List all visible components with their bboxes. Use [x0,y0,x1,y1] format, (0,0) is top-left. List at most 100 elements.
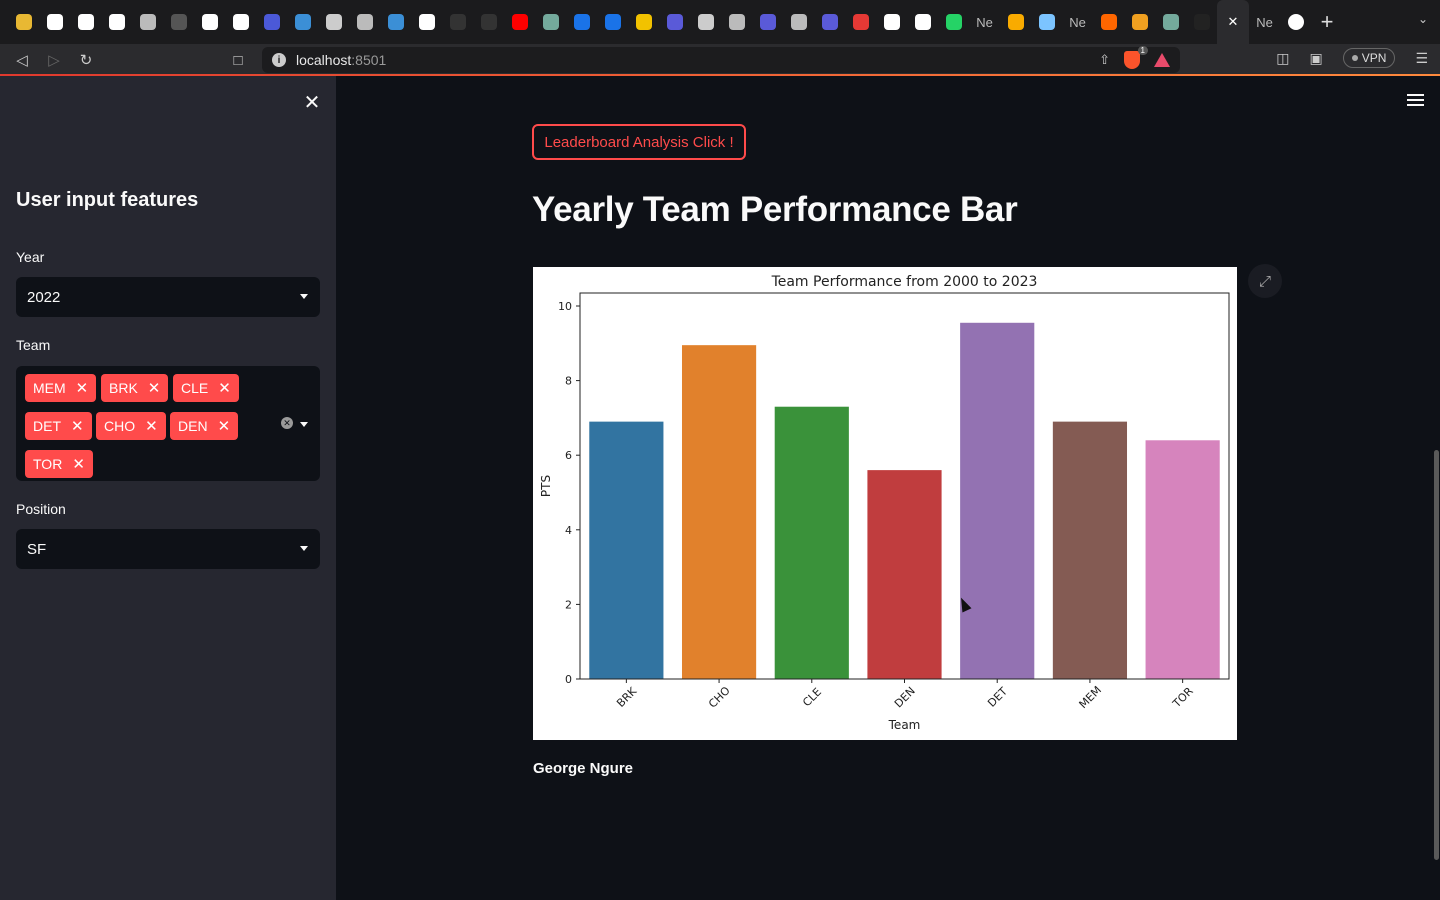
bar-den [867,470,942,679]
wallet-icon[interactable]: ▣ [1310,50,1323,67]
remove-chip-icon[interactable]: ✕ [72,455,85,473]
chevron-down-icon [300,546,308,551]
site-info-icon[interactable]: i [272,53,286,67]
browser-tab[interactable] [287,0,318,44]
bookmark-icon[interactable]: □ [222,44,254,76]
position-value: SF [27,540,47,558]
browser-tab[interactable] [1031,0,1062,44]
browser-tab[interactable] [70,0,101,44]
browser-tab[interactable] [318,0,349,44]
year-select[interactable]: 2022 [16,277,320,317]
fullscreen-expand-icon[interactable]: ⤢ [1248,264,1282,298]
close-tab-icon[interactable]: ✕ [1228,14,1239,30]
y-tick-label: 2 [565,598,572,611]
browser-tab[interactable] [473,0,504,44]
remove-chip-icon[interactable]: ✕ [148,379,161,397]
browser-tab[interactable] [659,0,690,44]
brave-rewards-icon[interactable] [1154,53,1170,67]
bar-mem [1052,421,1128,679]
remove-chip-icon[interactable]: ✕ [218,417,231,435]
remove-chip-icon[interactable]: ✕ [145,417,158,435]
position-label: Position [16,501,66,517]
browser-tab[interactable] [1155,0,1186,44]
team-chip: BRK ✕ [101,374,169,402]
browser-tab[interactable] [8,0,39,44]
scrollbar[interactable] [1434,450,1439,860]
main-menu-icon[interactable] [1407,94,1424,109]
bar-det [960,322,1035,679]
share-icon[interactable]: ⇧ [1099,52,1110,68]
remove-chip-icon[interactable]: ✕ [71,417,84,435]
browser-tab[interactable] [1093,0,1124,44]
browser-tab[interactable] [349,0,380,44]
browser-tab[interactable] [163,0,194,44]
swirl-icon [1038,14,1055,30]
browser-tab[interactable] [101,0,132,44]
browser-tab[interactable] [690,0,721,44]
feather-icon [263,14,280,30]
download-icon [852,14,869,30]
sidebar-title: User input features [16,189,199,211]
browser-tab[interactable] [1280,0,1311,44]
new-tab-button[interactable]: + [1311,0,1343,44]
globe-icon [790,14,807,30]
team-chip: TOR ✕ [25,450,93,478]
browser-tab[interactable] [1186,0,1217,44]
browser-toolbar: ◁ ▷ ↻ □ i localhost:8501 ⇧ 1 ◫ ▣ VPN ☰ [0,44,1440,76]
clear-all-icon[interactable]: ✕ [281,417,293,429]
browser-tab[interactable]: Ne [1062,0,1093,44]
browser-tab[interactable] [907,0,938,44]
browser-tab[interactable]: Ne [969,0,1000,44]
leaderboard-analysis-button[interactable]: Leaderboard Analysis Click ! [532,124,746,160]
browser-tab[interactable] [938,0,969,44]
x-tick-label: CLE [800,685,824,709]
remove-chip-icon[interactable]: ✕ [218,379,231,397]
reload-button[interactable]: ↻ [70,44,102,76]
brave-shields-icon[interactable]: 1 [1124,46,1148,69]
browser-tab[interactable] [752,0,783,44]
browser-tab[interactable] [442,0,473,44]
menu-icon[interactable]: ☰ [1415,50,1428,67]
browser-tab[interactable] [721,0,752,44]
team-chip-label: TOR [33,456,63,472]
browser-tab[interactable] [411,0,442,44]
position-select[interactable]: SF [16,529,320,569]
browser-tab[interactable] [504,0,535,44]
browser-tab[interactable] [628,0,659,44]
address-bar[interactable]: i localhost:8501 ⇧ 1 [262,46,1180,73]
remove-chip-icon[interactable]: ✕ [76,379,89,397]
browser-tab[interactable] [39,0,70,44]
chevron-down-icon[interactable] [300,422,308,427]
circle-play-icon [201,14,218,30]
google-icon [418,14,435,30]
chatgpt-icon [542,14,559,30]
x-tick-label: DET [985,685,1010,710]
book-icon [325,14,342,30]
browser-tab[interactable] [876,0,907,44]
active-browser-tab[interactable]: ✕ [1217,0,1249,44]
back-button[interactable]: ◁ [6,44,38,76]
vpn-button[interactable]: VPN [1342,48,1396,68]
browser-tab[interactable] [132,0,163,44]
browser-tab[interactable]: Ne [1249,0,1280,44]
browser-tab[interactable] [225,0,256,44]
browser-tab[interactable] [194,0,225,44]
tab-list-chevron-icon[interactable]: ⌄ [1418,12,1428,26]
browser-tab[interactable] [814,0,845,44]
browser-tab[interactable] [845,0,876,44]
browser-tab[interactable] [1124,0,1155,44]
colab-icon [1007,14,1024,30]
author-name: George Ngure [533,760,634,777]
browser-tab[interactable] [380,0,411,44]
browser-tab[interactable] [597,0,628,44]
browser-tab[interactable] [535,0,566,44]
forward-button[interactable]: ▷ [38,44,70,76]
brave-badge-count: 1 [1137,46,1148,55]
sidebar-toggle-icon[interactable]: ◫ [1276,50,1289,67]
browser-tab[interactable] [256,0,287,44]
close-sidebar-icon[interactable]: ✕ [300,90,324,114]
browser-tab[interactable] [1000,0,1031,44]
browser-tab[interactable] [566,0,597,44]
team-multiselect[interactable]: ✕ MEM ✕ BRK ✕ CLE ✕ DET ✕ CHO ✕ DEN ✕ TOR ✕ [16,366,320,481]
browser-tab[interactable] [783,0,814,44]
